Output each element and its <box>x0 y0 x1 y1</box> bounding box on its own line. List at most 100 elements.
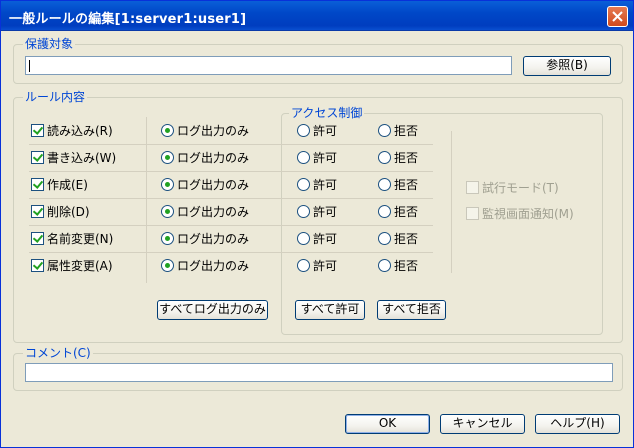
checkbox-box[interactable] <box>31 178 44 191</box>
monitor-notify-checkbox[interactable]: 監視画面通知(M) <box>466 207 574 221</box>
checkbox-box[interactable] <box>31 124 44 137</box>
checkbox-box[interactable] <box>466 181 479 194</box>
help-button[interactable]: ヘルプ(H) <box>535 414 620 434</box>
target-path-input[interactable] <box>25 56 512 75</box>
log-label: ログ出力のみ <box>177 232 250 246</box>
radio-circle[interactable] <box>297 205 310 218</box>
rule-row-delete: 削除(D) ログ出力のみ 許可 拒否 <box>29 200 433 226</box>
checkbox-box[interactable] <box>31 259 44 272</box>
rule-group-label: ルール内容 <box>23 90 88 104</box>
rule-row-read: 読み込み(R) ログ出力のみ 許可 拒否 <box>29 119 433 145</box>
radio-circle[interactable] <box>297 124 310 137</box>
radio-circle[interactable] <box>378 232 391 245</box>
radio-circle[interactable] <box>297 178 310 191</box>
create-allow-radio[interactable]: 許可 <box>297 178 337 192</box>
attribute-checkbox[interactable]: 属性変更(A) <box>31 259 113 273</box>
row-divider <box>29 198 433 199</box>
radio-circle[interactable] <box>161 151 174 164</box>
all-allow-button[interactable]: すべて許可 <box>295 300 365 320</box>
radio-circle[interactable] <box>161 178 174 191</box>
attribute-label: 属性変更(A) <box>47 259 113 273</box>
row-divider <box>29 252 433 253</box>
radio-circle[interactable] <box>161 259 174 272</box>
deny-label: 拒否 <box>394 259 419 273</box>
text-caret <box>29 60 30 72</box>
checkbox-box[interactable] <box>466 207 479 220</box>
read-allow-radio[interactable]: 許可 <box>297 124 337 138</box>
read-log-radio[interactable]: ログ出力のみ <box>161 124 249 138</box>
browse-button[interactable]: 参照(B) <box>523 56 611 76</box>
rename-log-radio[interactable]: ログ出力のみ <box>161 232 249 246</box>
allow-label: 許可 <box>313 151 338 165</box>
access-control-label: アクセス制御 <box>289 106 365 120</box>
allow-label: 許可 <box>313 232 338 246</box>
row-divider <box>29 225 433 226</box>
radio-circle[interactable] <box>378 178 391 191</box>
rename-checkbox[interactable]: 名前変更(N) <box>31 232 113 246</box>
create-checkbox[interactable]: 作成(E) <box>31 178 88 192</box>
radio-circle[interactable] <box>378 124 391 137</box>
deny-label: 拒否 <box>394 232 419 246</box>
target-group-label: 保護対象 <box>23 37 76 51</box>
radio-circle[interactable] <box>161 232 174 245</box>
deny-label: 拒否 <box>394 151 419 165</box>
allow-label: 許可 <box>313 259 338 273</box>
read-checkbox[interactable]: 読み込み(R) <box>31 124 113 138</box>
rename-deny-radio[interactable]: 拒否 <box>378 232 418 246</box>
row-divider <box>29 144 433 145</box>
allow-label: 許可 <box>313 124 338 138</box>
delete-deny-radio[interactable]: 拒否 <box>378 205 418 219</box>
ok-button[interactable]: OK <box>345 414 430 434</box>
attribute-allow-radio[interactable]: 許可 <box>297 259 337 273</box>
comment-input[interactable] <box>25 363 613 382</box>
cancel-button[interactable]: キャンセル <box>440 414 525 434</box>
write-log-radio[interactable]: ログ出力のみ <box>161 151 249 165</box>
rename-allow-radio[interactable]: 許可 <box>297 232 337 246</box>
read-deny-radio[interactable]: 拒否 <box>378 124 418 138</box>
close-button[interactable] <box>607 6 628 27</box>
radio-circle[interactable] <box>297 259 310 272</box>
log-label: ログ出力のみ <box>177 259 250 273</box>
create-label: 作成(E) <box>47 178 88 192</box>
deny-label: 拒否 <box>394 205 419 219</box>
radio-circle[interactable] <box>378 205 391 218</box>
radio-circle[interactable] <box>161 205 174 218</box>
radio-circle[interactable] <box>297 151 310 164</box>
comment-group-label: コメント(C) <box>23 346 93 360</box>
log-label: ログ出力のみ <box>177 151 250 165</box>
write-allow-radio[interactable]: 許可 <box>297 151 337 165</box>
create-log-radio[interactable]: ログ出力のみ <box>161 178 249 192</box>
delete-checkbox[interactable]: 削除(D) <box>31 205 90 219</box>
radio-circle[interactable] <box>378 259 391 272</box>
trial-mode-checkbox[interactable]: 試行モード(T) <box>466 181 559 195</box>
radio-circle[interactable] <box>378 151 391 164</box>
read-label: 読み込み(R) <box>47 124 113 138</box>
attribute-log-radio[interactable]: ログ出力のみ <box>161 259 249 273</box>
title-bar[interactable]: 一般ルールの編集[1:server1:user1] <box>1 1 633 31</box>
checkbox-box[interactable] <box>31 232 44 245</box>
monitor-notify-label: 監視画面通知(M) <box>482 207 574 221</box>
delete-log-radio[interactable]: ログ出力のみ <box>161 205 249 219</box>
all-deny-button[interactable]: すべて拒否 <box>377 300 446 320</box>
checkbox-box[interactable] <box>31 151 44 164</box>
attribute-deny-radio[interactable]: 拒否 <box>378 259 418 273</box>
column-divider-right <box>451 131 452 273</box>
delete-label: 削除(D) <box>47 205 90 219</box>
allow-label: 許可 <box>313 205 338 219</box>
create-deny-radio[interactable]: 拒否 <box>378 178 418 192</box>
deny-label: 拒否 <box>394 124 419 138</box>
radio-circle[interactable] <box>161 124 174 137</box>
write-deny-radio[interactable]: 拒否 <box>378 151 418 165</box>
rule-row-rename: 名前変更(N) ログ出力のみ 許可 拒否 <box>29 227 433 253</box>
delete-allow-radio[interactable]: 許可 <box>297 205 337 219</box>
deny-label: 拒否 <box>394 178 419 192</box>
log-label: ログ出力のみ <box>177 124 250 138</box>
edit-rule-dialog: 一般ルールの編集[1:server1:user1] 保護対象 参照(B) ルール… <box>0 0 634 448</box>
write-checkbox[interactable]: 書き込み(W) <box>31 151 116 165</box>
rule-row-attribute: 属性変更(A) ログ出力のみ 許可 拒否 <box>29 254 433 280</box>
allow-label: 許可 <box>313 178 338 192</box>
radio-circle[interactable] <box>297 232 310 245</box>
all-log-button[interactable]: すべてログ出力のみ <box>157 300 268 320</box>
row-divider <box>29 171 433 172</box>
checkbox-box[interactable] <box>31 205 44 218</box>
